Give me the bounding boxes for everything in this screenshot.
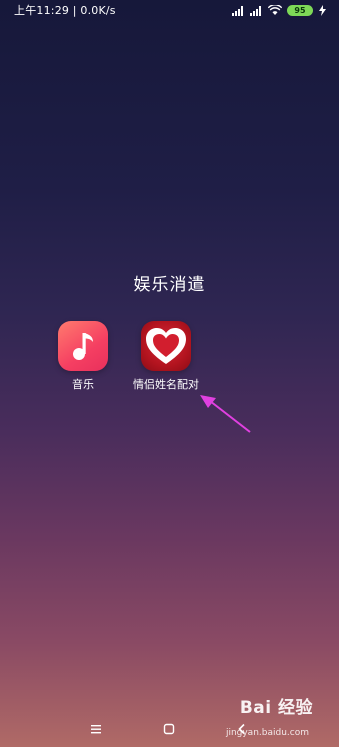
status-bar: 上午11:29 | 0.0K/s 95 [0, 0, 339, 20]
app-music-label: 音乐 [72, 378, 94, 391]
folder-title: 娱乐消遣 [133, 275, 206, 295]
app-couple-name-match[interactable]: 情侣姓名配对 [133, 321, 199, 392]
app-couple-name-match-label: 情侣姓名配对 [133, 378, 199, 391]
status-time-speed: 上午11:29 | 0.0K/s [14, 4, 116, 17]
wifi-icon [268, 4, 282, 15]
home-icon[interactable] [163, 723, 175, 735]
status-icons: 95 [232, 4, 327, 16]
battery-indicator: 95 [287, 4, 313, 16]
menu-icon[interactable] [90, 723, 102, 735]
heart-icon [141, 321, 191, 371]
signal-icon [232, 5, 243, 16]
music-note-icon [58, 321, 108, 371]
signal-icon-2 [250, 5, 261, 16]
charging-icon [319, 4, 326, 16]
baidu-jingyan-watermark: Bai 经验 [239, 698, 313, 718]
baidu-jingyan-url: jingyan.baidu.com [225, 728, 309, 738]
app-music[interactable]: 音乐 [58, 321, 108, 392]
